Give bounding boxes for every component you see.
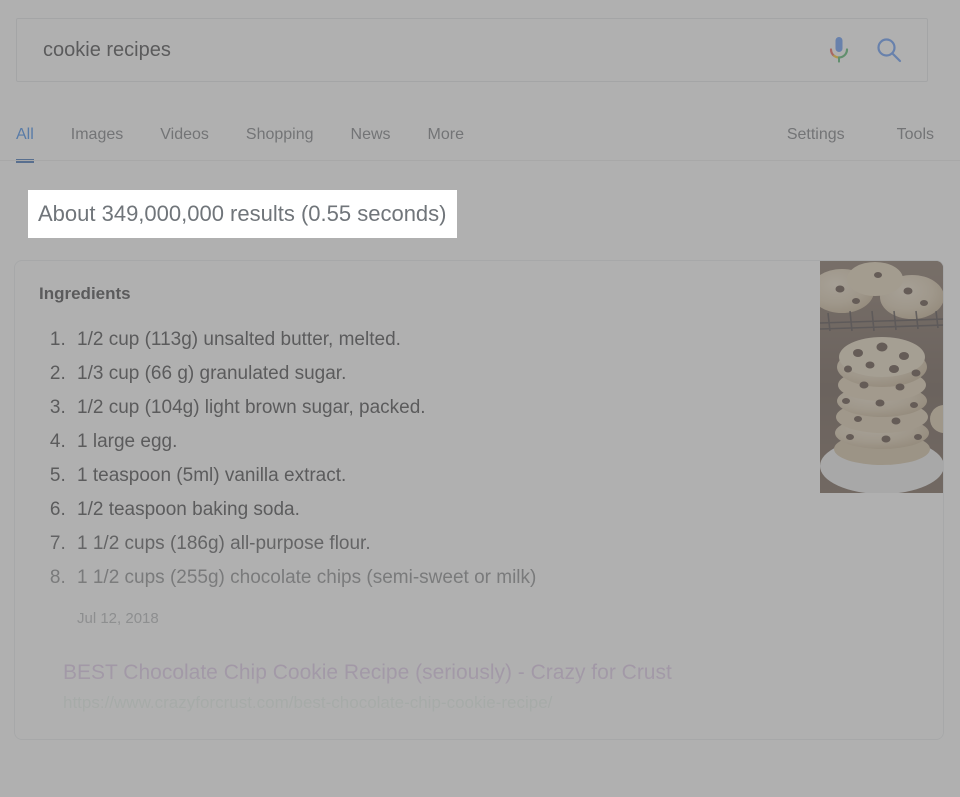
search-results-page: All Images Videos Shopping News More Set… xyxy=(0,0,960,797)
microphone-icon[interactable] xyxy=(817,28,861,72)
list-item: 1 1/2 cups (186g) all-purpose flour. xyxy=(71,527,919,561)
list-item: 1/2 cup (104g) light brown sugar, packed… xyxy=(71,391,919,425)
tools-button[interactable]: Tools xyxy=(897,104,934,144)
result-url: https://www.crazyforcrust.com/best-choco… xyxy=(63,693,553,712)
tab-videos[interactable]: Videos xyxy=(160,104,209,144)
tab-news[interactable]: News xyxy=(351,104,391,144)
list-item: 1 teaspoon (5ml) vanilla extract. xyxy=(71,459,919,493)
result-stats-text: About 349,000,000 results (0.55 seconds) xyxy=(38,201,447,226)
search-box[interactable] xyxy=(16,18,928,82)
nav-separator xyxy=(0,160,960,161)
nav-tabs-left: All Images Videos Shopping News More xyxy=(16,104,464,163)
search-nav-tabs: All Images Videos Shopping News More Set… xyxy=(0,104,960,163)
ingredients-heading: Ingredients xyxy=(39,284,131,303)
card-content: Ingredients 1/2 cup (113g) unsalted butt… xyxy=(15,261,943,739)
list-item: 1 1/2 cups (255g) chocolate chips (semi-… xyxy=(71,561,919,595)
snippet-date: Jul 12, 2018 xyxy=(77,610,159,627)
tab-images[interactable]: Images xyxy=(71,104,123,144)
list-item: 1/3 cup (66 g) granulated sugar. xyxy=(71,357,919,391)
settings-button[interactable]: Settings xyxy=(787,104,845,144)
list-item: 1/2 cup (113g) unsalted butter, melted. xyxy=(71,323,919,357)
tab-more[interactable]: More xyxy=(428,104,464,144)
search-input[interactable] xyxy=(17,32,817,68)
tab-all[interactable]: All xyxy=(16,104,34,163)
list-item: 1/2 teaspoon baking soda. xyxy=(71,493,919,527)
list-item: 1 large egg. xyxy=(71,425,919,459)
nav-tabs-right: Settings Tools xyxy=(735,104,934,144)
cookie-photo[interactable] xyxy=(820,261,943,493)
result-link-block[interactable]: BEST Chocolate Chip Cookie Recipe (serio… xyxy=(63,659,919,716)
featured-snippet-card[interactable]: Ingredients 1/2 cup (113g) unsalted butt… xyxy=(14,260,944,740)
ingredients-list: 1/2 cup (113g) unsalted butter, melted. … xyxy=(39,323,919,595)
result-title-link[interactable]: BEST Chocolate Chip Cookie Recipe (serio… xyxy=(63,659,919,687)
result-stats-highlight: About 349,000,000 results (0.55 seconds) xyxy=(28,190,457,238)
tab-shopping[interactable]: Shopping xyxy=(246,104,314,144)
search-icon[interactable] xyxy=(867,28,911,72)
